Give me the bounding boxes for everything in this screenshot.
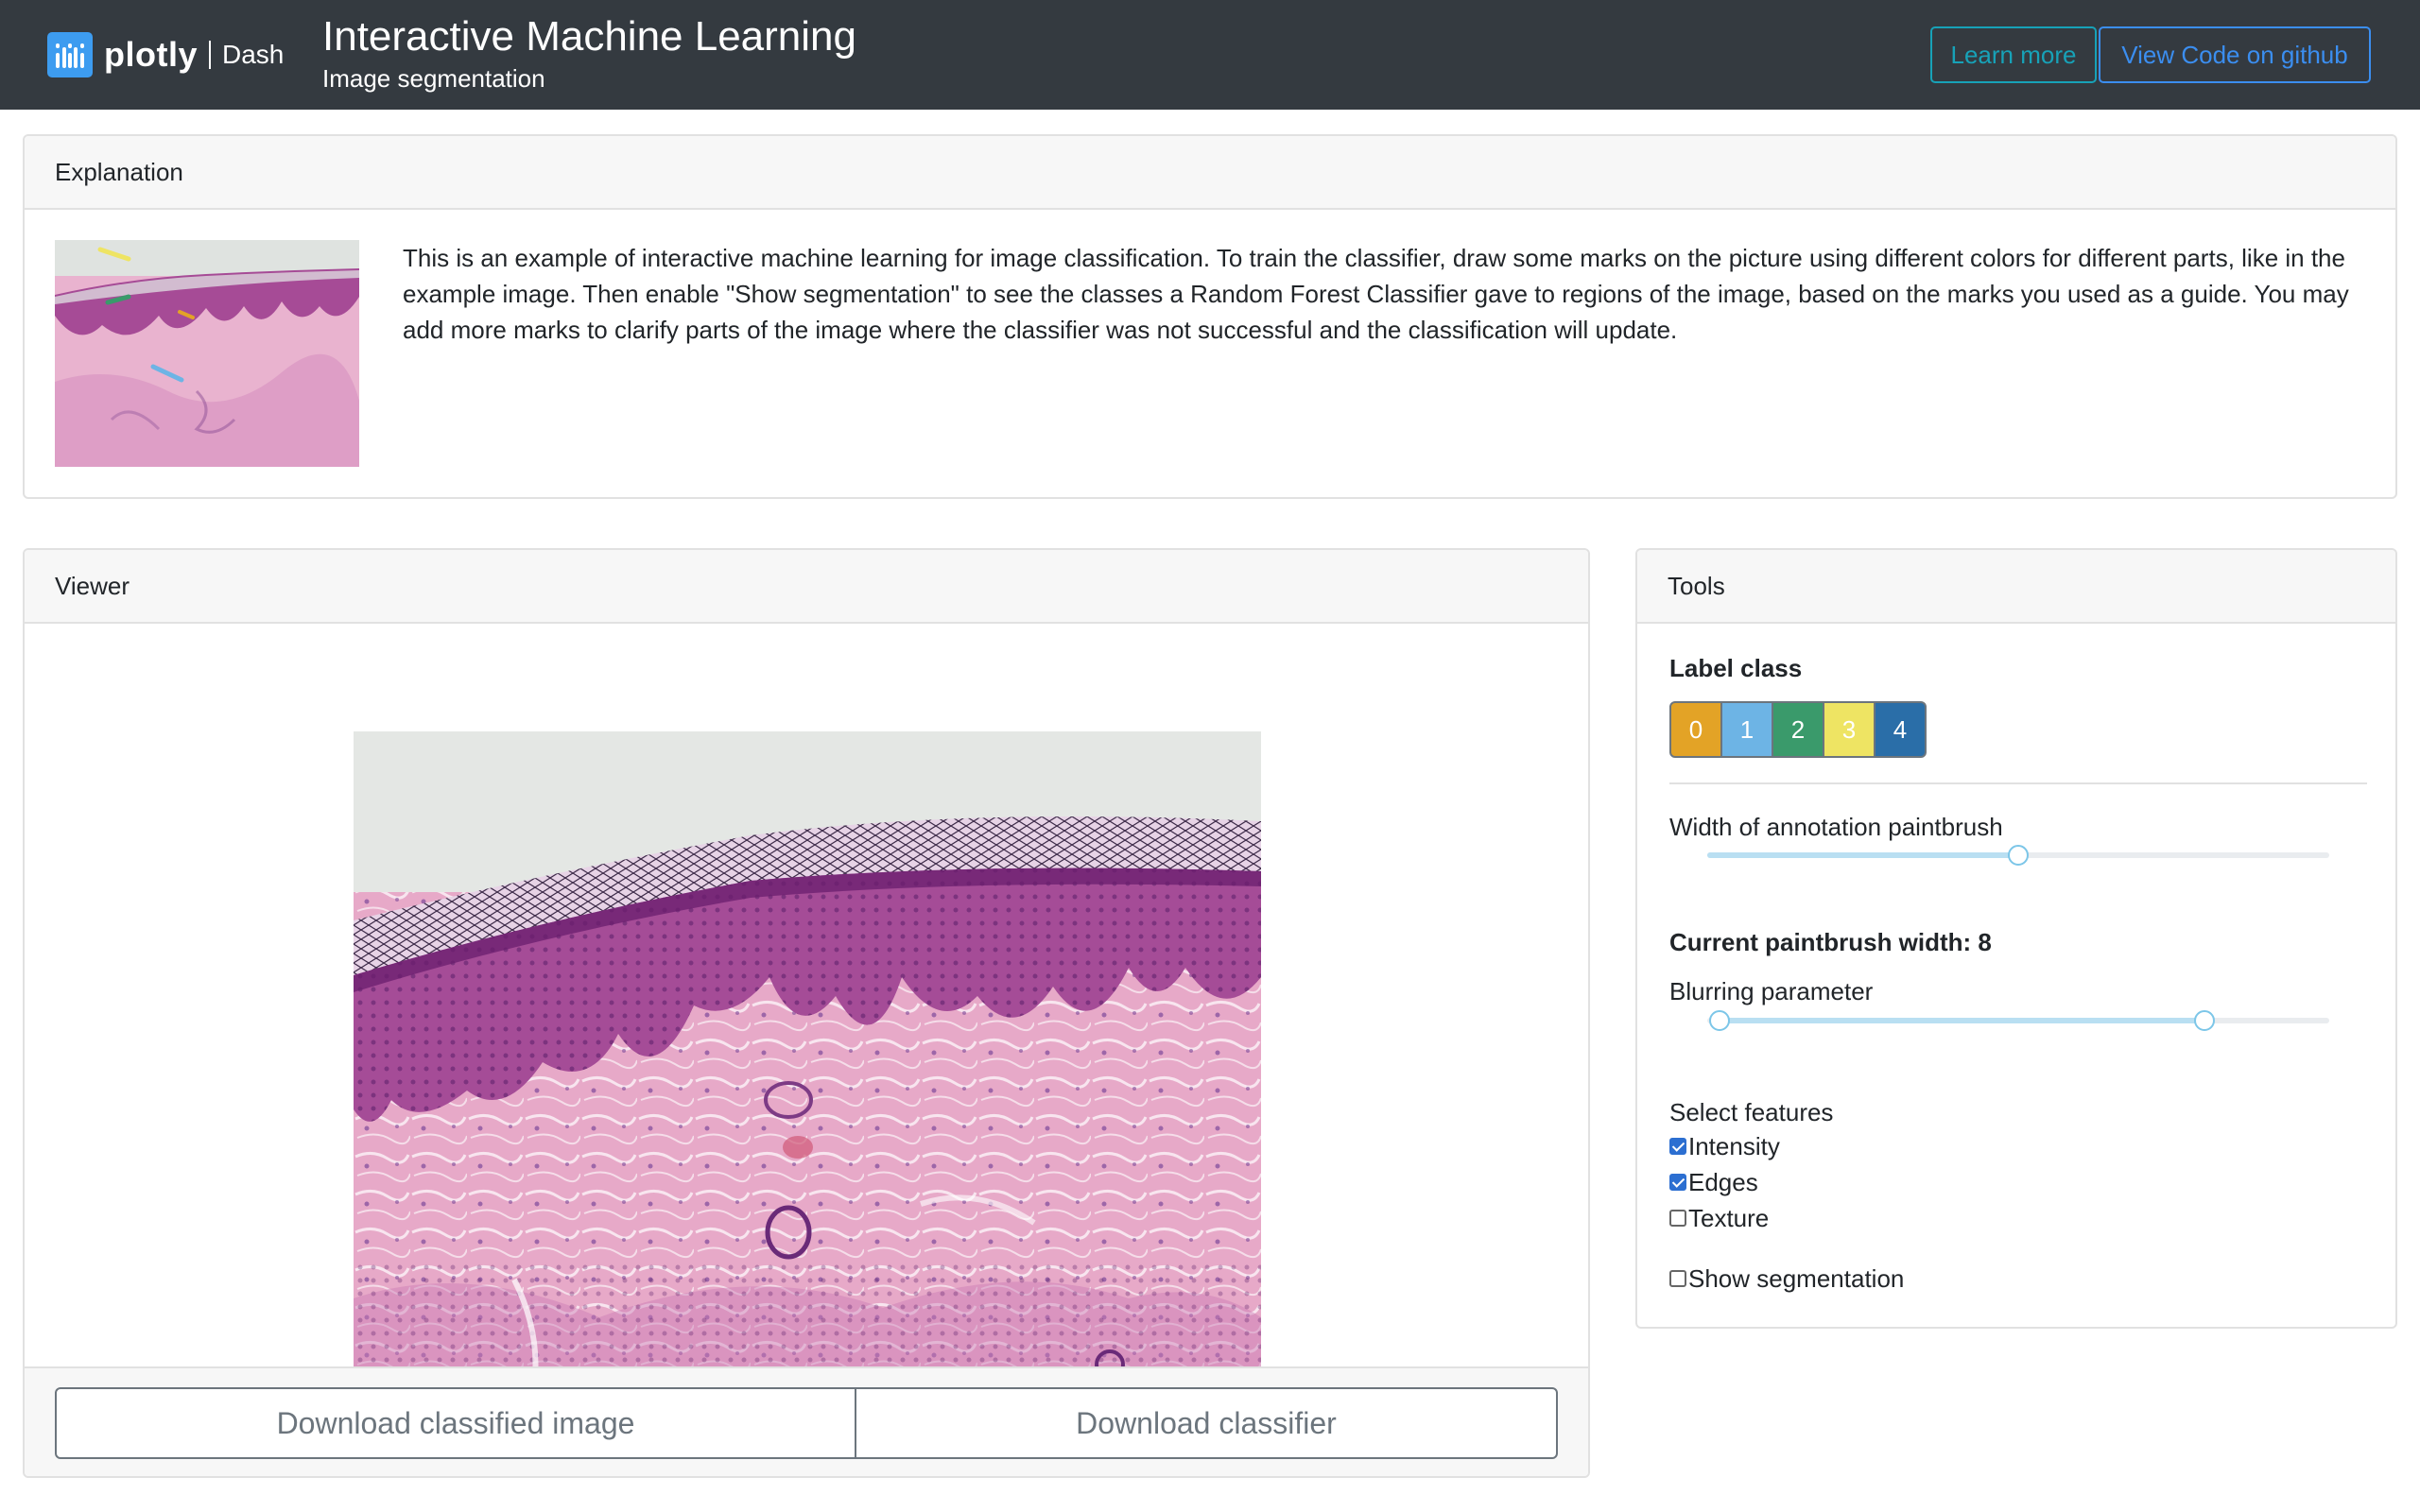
label-class-title: Label class xyxy=(1669,654,1803,682)
checkbox-icon[interactable] xyxy=(1669,1210,1686,1227)
download-classifier-button[interactable]: Download classifier xyxy=(855,1387,1558,1459)
logo-product: Dash xyxy=(222,40,285,69)
feature-edges-option[interactable]: Edges xyxy=(1669,1166,1758,1198)
logo-separator xyxy=(209,41,211,69)
checkbox-icon[interactable] xyxy=(1669,1270,1686,1287)
feature-texture-option[interactable]: Texture xyxy=(1669,1202,1769,1234)
label-class-3-button[interactable]: 3 xyxy=(1823,701,1876,758)
view-code-github-button[interactable]: View Code on github xyxy=(2099,26,2371,83)
feature-intensity-option[interactable]: Intensity xyxy=(1669,1130,1780,1162)
download-classified-image-button[interactable]: Download classified image xyxy=(55,1387,856,1459)
plotly-dash-logo[interactable]: plotly Dash xyxy=(47,28,284,81)
blur-slider-low-handle[interactable] xyxy=(1709,1010,1731,1031)
app-subtitle: Image segmentation xyxy=(322,64,545,93)
current-paintbrush-width: Current paintbrush width: 8 xyxy=(1669,928,1992,956)
plotly-logo-icon xyxy=(47,32,93,77)
explanation-card: Explanation This is an example of intera… xyxy=(23,134,2397,499)
feature-texture-label: Texture xyxy=(1688,1203,1770,1232)
explanation-text: This is an example of interactive machin… xyxy=(403,244,2349,344)
label-class-buttons: 0 1 2 3 4 xyxy=(1669,701,1927,758)
feature-intensity-label: Intensity xyxy=(1688,1131,1780,1160)
show-segmentation-option[interactable]: Show segmentation xyxy=(1669,1263,1904,1295)
checkbox-icon[interactable] xyxy=(1669,1138,1686,1155)
tools-card: Tools Label class 0 1 2 3 4 Width of ann… xyxy=(1635,548,2397,1329)
viewer-card-header: Viewer xyxy=(25,550,1588,624)
select-features-label: Select features xyxy=(1669,1098,1834,1126)
label-class-4-button[interactable]: 4 xyxy=(1874,701,1927,758)
viewer-footer: Download classified image Download class… xyxy=(25,1366,1588,1476)
learn-more-button[interactable]: Learn more xyxy=(1930,26,2097,83)
segmentation-canvas[interactable] xyxy=(354,731,1261,1412)
tools-card-header: Tools xyxy=(1637,550,2395,624)
label-class-2-button[interactable]: 2 xyxy=(1772,701,1824,758)
label-class-0-button[interactable]: 0 xyxy=(1669,701,1722,758)
viewer-card: Viewer Download classified image Downloa… xyxy=(23,548,1590,1478)
explanation-card-header: Explanation xyxy=(25,136,2395,210)
tools-divider xyxy=(1669,782,2367,784)
app-header: plotly Dash Interactive Machine Learning… xyxy=(0,0,2420,110)
checkbox-icon[interactable] xyxy=(1669,1174,1686,1191)
blur-slider-high-handle[interactable] xyxy=(2194,1010,2216,1031)
logo-text: plotly xyxy=(104,35,198,74)
feature-edges-label: Edges xyxy=(1688,1167,1758,1196)
paintbrush-slider-handle[interactable] xyxy=(2008,845,2029,866)
label-class-1-button[interactable]: 1 xyxy=(1720,701,1773,758)
paintbrush-width-label: Width of annotation paintbrush xyxy=(1669,813,2003,841)
show-segmentation-label: Show segmentation xyxy=(1688,1263,1905,1293)
viewer-body xyxy=(25,626,1588,1412)
example-annotated-image xyxy=(55,240,359,467)
app-title: Interactive Machine Learning xyxy=(322,13,856,60)
blurring-parameter-label: Blurring parameter xyxy=(1669,977,1874,1005)
